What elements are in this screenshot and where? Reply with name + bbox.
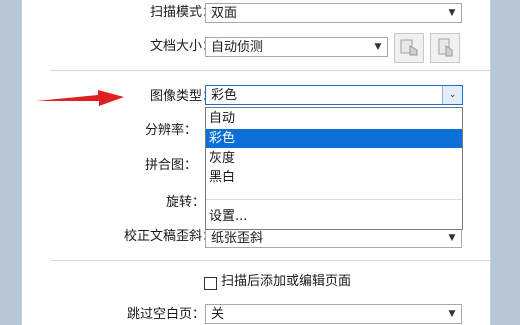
image-type-value: 彩色 bbox=[211, 88, 238, 103]
page-orientation-icon bbox=[400, 39, 418, 56]
option-settings[interactable]: 设置... bbox=[206, 207, 462, 226]
chevron-down-icon: ▼ bbox=[448, 233, 456, 243]
red-arrow-pointer-icon bbox=[36, 90, 124, 106]
skip-blank-label: 跳过空白页： bbox=[126, 307, 205, 322]
scan-mode-value: 双面 bbox=[211, 6, 238, 21]
page-size-landscape-button[interactable] bbox=[430, 33, 460, 63]
section-divider bbox=[50, 70, 490, 71]
chevron-down-icon: ⌄ bbox=[442, 86, 462, 104]
option-black-white[interactable]: 黑白 bbox=[206, 168, 462, 187]
image-type-select[interactable]: 彩色 ⌄ bbox=[205, 85, 463, 105]
chevron-down-icon: ▼ bbox=[374, 42, 382, 52]
add-edit-pages-checkbox[interactable] bbox=[204, 277, 217, 290]
deskew-value: 纸张歪斜 bbox=[211, 231, 264, 246]
option-auto[interactable]: 自动 bbox=[206, 109, 462, 128]
page-size-portrait-button[interactable] bbox=[394, 33, 424, 63]
dropdown-divider bbox=[206, 199, 462, 200]
scan-mode-select[interactable]: 双面 ▼ bbox=[205, 3, 462, 23]
skip-blank-select[interactable]: 关 ▼ bbox=[205, 304, 462, 324]
add-edit-pages-label: 扫描后添加或编辑页面 bbox=[221, 274, 352, 289]
deskew-select[interactable]: 纸张歪斜 ▼ bbox=[205, 228, 462, 248]
option-grayscale[interactable]: 灰度 bbox=[206, 149, 462, 168]
doc-size-select[interactable]: 自动侦测 ▼ bbox=[205, 37, 388, 57]
doc-size-value: 自动侦测 bbox=[211, 40, 264, 55]
resolution-label: 分辨率： bbox=[144, 123, 197, 138]
page-orientation-icon bbox=[438, 38, 453, 57]
image-type-dropdown-list: 自动 彩色 灰度 黑白 设置... bbox=[205, 107, 463, 230]
skip-blank-value: 关 bbox=[211, 307, 225, 322]
rotate-label: 旋转： bbox=[165, 195, 205, 210]
stitch-label: 拼合图： bbox=[144, 158, 197, 173]
section-divider bbox=[50, 260, 490, 261]
chevron-down-icon: ▼ bbox=[448, 8, 456, 18]
chevron-down-icon: ▼ bbox=[448, 309, 456, 319]
option-color[interactable]: 彩色 bbox=[206, 129, 462, 148]
deskew-label: 校正文稿歪斜： bbox=[123, 229, 215, 244]
